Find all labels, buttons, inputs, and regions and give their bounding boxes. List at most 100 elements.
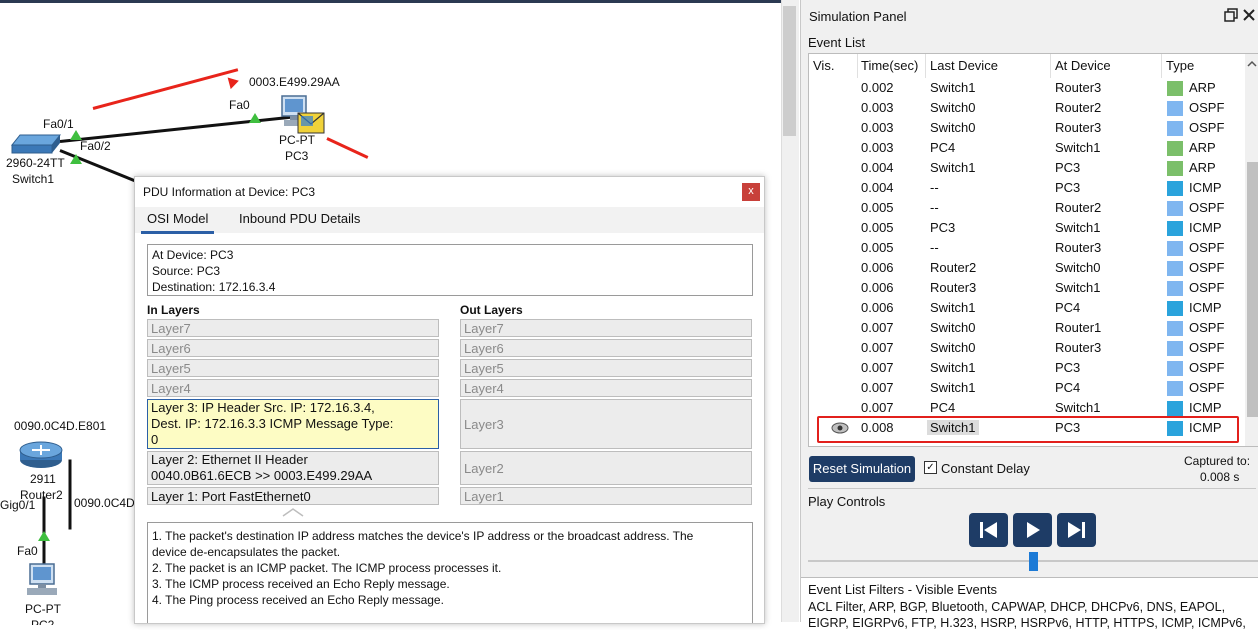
table-row[interactable]: 0.007 Switch1 PC3 OSPF [809,358,1245,378]
in-layer-3-line1: Layer 3: IP Header Src. IP: 172.16.3.4, [151,400,375,415]
out-layer-2[interactable]: Layer2 [460,451,752,485]
cell-at: Router2 [1055,100,1102,115]
cell-type: OSPF [1189,100,1225,115]
pdu-envelope-icon[interactable] [297,112,325,134]
at-device-text: At Device: PC3 [152,248,234,262]
table-row[interactable]: 0.004 Switch1 PC3 ARP [809,158,1245,178]
play-speed-slider-thumb[interactable] [1029,552,1038,571]
switch1-icon[interactable] [10,133,62,155]
event-list-table: Vis. Time(sec) Last Device At Device Typ… [808,53,1258,447]
out-layer-6[interactable]: Layer6 [460,339,752,357]
link-light-pc3 [249,113,261,123]
cell-time: 0.004 [861,180,894,195]
table-row[interactable]: 0.003 Switch0 Router3 OSPF [809,118,1245,138]
pdu-description-box: 1. The packet's destination IP address m… [147,522,753,623]
cell-last: Switch1 [930,80,976,95]
back-button[interactable] [969,513,1008,547]
out-layer-4[interactable]: Layer4 [460,379,752,397]
table-row[interactable]: 0.006 Router3 Switch1 OSPF [809,278,1245,298]
cell-type: OSPF [1189,380,1225,395]
cell-time: 0.006 [861,300,894,315]
play-button[interactable] [1013,513,1052,547]
close-panel-icon[interactable] [1242,8,1256,22]
pc3-mac-label: 0003.E499.29AA [249,75,340,89]
router2-icon[interactable] [18,440,64,470]
pc-b-icon[interactable] [26,563,60,599]
type-color-swatch [1167,161,1183,176]
constant-delay-checkbox[interactable]: ✓ [924,461,937,474]
table-row[interactable]: 0.002 Switch1 Router3 ARP [809,78,1245,98]
cell-time: 0.003 [861,120,894,135]
workspace-scroll-thumb[interactable] [783,6,796,136]
col-at-device[interactable]: At Device [1055,58,1111,73]
destination-text: Destination: 172.16.3.4 [152,280,276,294]
cell-time: 0.004 [861,160,894,175]
table-row[interactable]: 0.007 Switch1 PC4 OSPF [809,378,1245,398]
out-layer-3[interactable]: Layer3 [460,399,752,449]
scroll-up-icon[interactable] [1247,58,1257,68]
table-row[interactable]: 0.003 PC4 Switch1 ARP [809,138,1245,158]
cell-at: Router3 [1055,120,1102,135]
forward-button[interactable] [1057,513,1096,547]
type-color-swatch [1167,361,1183,376]
cell-time: 0.007 [861,360,894,375]
cell-at: Router3 [1055,80,1102,95]
type-color-swatch [1167,301,1183,316]
in-layer-3[interactable]: Layer 3: IP Header Src. IP: 172.16.3.4, … [147,399,439,449]
col-type[interactable]: Type [1166,58,1194,73]
description-line-5: 4. The Ping process received an Echo Rep… [152,593,444,607]
router-mac-label-b: 0090.0C4D [74,496,135,510]
type-color-swatch [1167,261,1183,276]
table-row[interactable]: 0.003 Switch0 Router2 OSPF [809,98,1245,118]
tab-osi-model[interactable]: OSI Model [141,207,215,234]
switch1-model-label: 2960-24TT [6,156,65,170]
type-color-swatch [1167,401,1183,416]
cell-last: Router2 [930,260,977,275]
out-layer-1[interactable]: Layer1 [460,487,752,505]
table-row[interactable]: 0.005 PC3 Switch1 ICMP [809,218,1245,238]
annotation-arrowhead-mac [227,74,241,90]
in-layer-7[interactable]: Layer7 [147,319,439,337]
in-layer-5[interactable]: Layer5 [147,359,439,377]
cell-time: 0.007 [861,380,894,395]
in-layer-6[interactable]: Layer6 [147,339,439,357]
type-color-swatch [1167,201,1183,216]
table-row[interactable]: 0.005 -- Router2 OSPF [809,198,1245,218]
out-layer-5[interactable]: Layer5 [460,359,752,377]
in-layer-2[interactable]: Layer 2: Ethernet II Header 0040.0B61.6E… [147,451,439,485]
cell-type: OSPF [1189,280,1225,295]
restore-window-icon[interactable] [1224,8,1238,22]
pc-b-port-label: Fa0 [17,544,38,558]
event-list-scroll-thumb[interactable] [1247,162,1258,417]
reset-simulation-button[interactable]: Reset Simulation [809,456,915,482]
tab-inbound-pdu-details[interactable]: Inbound PDU Details [233,207,367,231]
table-row[interactable]: 0.007 PC4 Switch1 ICMP [809,398,1245,418]
cell-at: Switch1 [1055,140,1101,155]
col-vis[interactable]: Vis. [813,58,834,73]
switch1-port-fa01: Fa0/1 [43,117,74,131]
table-row[interactable]: 0.004 -- PC3 ICMP [809,178,1245,198]
out-layer-7[interactable]: Layer7 [460,319,752,337]
cell-at: Switch0 [1055,260,1101,275]
pdu-summary-box: At Device: PC3 Source: PC3 Destination: … [147,244,753,296]
table-row[interactable]: 0.006 Switch1 PC4 ICMP [809,298,1245,318]
table-row[interactable]: 0.007 Switch0 Router3 OSPF [809,338,1245,358]
col-time[interactable]: Time(sec) [861,58,918,73]
highlight-annotation-box [817,416,1239,443]
constant-delay-label: Constant Delay [941,461,1030,476]
in-layer-4[interactable]: Layer4 [147,379,439,397]
col-last-device[interactable]: Last Device [930,58,998,73]
filters-label: Event List Filters - Visible Events [808,582,998,597]
splitter-handle-icon[interactable] [278,506,308,517]
cell-at: PC4 [1055,380,1081,395]
description-line-3: 2. The packet is an ICMP packet. The ICM… [152,561,502,575]
pc-b-type-label: PC-PT [25,602,61,616]
play-controls-label: Play Controls [808,494,886,509]
close-button[interactable]: x [742,183,760,201]
table-row[interactable]: 0.006 Router2 Switch0 OSPF [809,258,1245,278]
table-row[interactable]: 0.007 Switch0 Router1 OSPF [809,318,1245,338]
table-row[interactable]: 0.005 -- Router3 OSPF [809,238,1245,258]
router-model-label: 2911 [30,472,56,486]
type-color-swatch [1167,101,1183,116]
in-layer-1[interactable]: Layer 1: Port FastEthernet0 [147,487,439,505]
